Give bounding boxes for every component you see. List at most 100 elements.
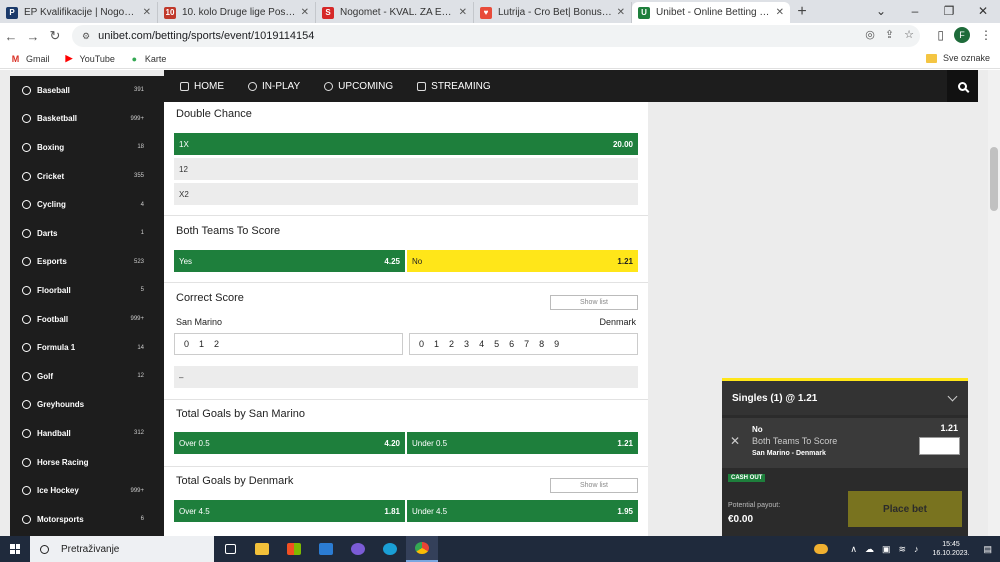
- profile-avatar[interactable]: F: [954, 27, 970, 43]
- sidebar-item-esports[interactable]: Esports 523: [10, 248, 164, 277]
- outcome-1x[interactable]: 1X 20.00: [174, 133, 638, 155]
- wifi-icon[interactable]: ≋: [898, 544, 906, 555]
- share-icon[interactable]: ⇪: [885, 28, 894, 41]
- site-info-icon[interactable]: ⚙: [82, 31, 90, 42]
- home-goals-selector[interactable]: 0 1 2: [174, 333, 403, 355]
- tab-search-icon[interactable]: ⌄: [864, 0, 898, 23]
- forward-icon[interactable]: →: [22, 29, 44, 44]
- tab-favicon-icon: U: [638, 6, 650, 19]
- scrollbar-thumb[interactable]: [990, 147, 998, 211]
- chevron-up-icon[interactable]: ∧: [850, 544, 857, 555]
- sidebar-item-basketball[interactable]: Basketball 999+: [10, 105, 164, 134]
- sidebar-item-formula-1[interactable]: Formula 1 14: [10, 333, 164, 362]
- bookmark-karte[interactable]: ● Karte: [129, 53, 167, 64]
- browser-tab-4[interactable]: ♥ Lutrija - Cro Bet| Bonusi i promo ✕: [474, 2, 632, 23]
- sidebar-item-cricket[interactable]: Cricket 355: [10, 162, 164, 191]
- menu-icon[interactable]: ⋮: [980, 28, 992, 42]
- bookmark-gmail[interactable]: M Gmail: [10, 53, 50, 64]
- home-team-label: San Marino: [176, 317, 223, 327]
- nav-inplay[interactable]: IN-PLAY: [248, 81, 300, 92]
- bookmark-youtube[interactable]: ▶ YouTube: [64, 53, 115, 64]
- sidepanel-icon[interactable]: ▯: [937, 28, 944, 42]
- volume-icon[interactable]: ♪: [914, 544, 919, 554]
- browser-tab-2[interactable]: 10 10. kolo Druge lige Posljednje Š ✕: [158, 2, 316, 23]
- sidebar-item-golf[interactable]: Golf 12: [10, 362, 164, 391]
- camera-icon[interactable]: ▣: [882, 544, 891, 555]
- outcome-12[interactable]: 12: [174, 158, 638, 180]
- outcome-over[interactable]: Over 0.5 4.20: [174, 432, 405, 454]
- clock[interactable]: 15:45 16.10.2023.: [933, 540, 970, 558]
- start-button[interactable]: [0, 536, 30, 562]
- taskbar-mail[interactable]: [310, 536, 342, 562]
- new-tab-button[interactable]: +: [790, 2, 814, 23]
- betslip-header[interactable]: Singles (1) @ 1.21: [722, 381, 968, 415]
- outcome-x2[interactable]: X2: [174, 183, 638, 205]
- cloud-icon[interactable]: ☁: [865, 544, 874, 555]
- maps-icon: ●: [131, 53, 138, 64]
- tab-close-icon[interactable]: ✕: [617, 7, 625, 18]
- reload-icon[interactable]: ↻: [44, 28, 66, 44]
- outcome-under[interactable]: Under 0.5 1.21: [407, 432, 638, 454]
- gmail-icon: M: [11, 53, 20, 64]
- sidebar-item-boxing[interactable]: Boxing 18: [10, 133, 164, 162]
- tab-close-icon[interactable]: ✕: [776, 7, 784, 18]
- remove-selection-icon[interactable]: ✕: [730, 434, 740, 448]
- all-bookmarks[interactable]: Sve oznake: [925, 53, 990, 63]
- taskbar-explorer[interactable]: [246, 536, 278, 562]
- tab-close-icon[interactable]: ✕: [301, 7, 309, 18]
- task-view-button[interactable]: [214, 536, 246, 562]
- correct-score-outcome[interactable]: –: [174, 366, 638, 388]
- show-list-button[interactable]: Show list: [550, 295, 638, 310]
- show-list-button[interactable]: Show list: [550, 478, 638, 493]
- eye-slash-icon[interactable]: ◎: [865, 28, 875, 41]
- away-goals-selector[interactable]: 0 1 2 3 4 5 6 7 8 9: [409, 333, 638, 355]
- sidebar-item-motorsports[interactable]: Motorsports 6: [10, 505, 164, 534]
- sidebar-item-horse-racing[interactable]: Horse Racing: [10, 448, 164, 477]
- stake-input[interactable]: [919, 437, 960, 455]
- sidebar-item-cycling[interactable]: Cycling 4: [10, 190, 164, 219]
- taskbar-chrome[interactable]: [406, 536, 438, 562]
- bookmarks-bar: M Gmail ▶ YouTube ● Karte Sve oznake: [0, 49, 1000, 69]
- outcome-under[interactable]: Under 4.5 1.95: [407, 500, 638, 522]
- nav-streaming[interactable]: STREAMING: [417, 81, 491, 92]
- weather-icon[interactable]: [814, 544, 829, 554]
- url-input[interactable]: ⚙ unibet.com/betting/sports/event/101911…: [72, 25, 920, 47]
- close-window-icon[interactable]: ✕: [966, 0, 1000, 23]
- outcome-no-selected[interactable]: No 1.21: [407, 250, 638, 272]
- selection-pick: No: [752, 425, 763, 434]
- page-scrollbar[interactable]: [988, 70, 1000, 536]
- nav-home[interactable]: HOME: [180, 81, 224, 92]
- restore-icon[interactable]: ❐: [932, 0, 966, 23]
- search-button[interactable]: [947, 70, 978, 102]
- sidebar-item-football[interactable]: Football 999+: [10, 305, 164, 334]
- sidebar-item-ice-hockey[interactable]: Ice Hockey 999+: [10, 476, 164, 505]
- taskbar-edge[interactable]: [374, 536, 406, 562]
- taskbar-store[interactable]: [278, 536, 310, 562]
- cricket-icon: [22, 171, 31, 181]
- star-icon[interactable]: ☆: [904, 28, 914, 41]
- tab-close-icon[interactable]: ✕: [459, 7, 467, 18]
- nav-upcoming[interactable]: UPCOMING: [324, 81, 393, 92]
- sidebar-item-handball[interactable]: Handball 312: [10, 419, 164, 448]
- tab-close-icon[interactable]: ✕: [143, 7, 151, 18]
- browser-tab-3[interactable]: S Nogomet - KVAL. ZA EP | Super ✕: [316, 2, 474, 23]
- golf-icon: [22, 371, 31, 381]
- clock-icon: [248, 81, 257, 91]
- sidebar-item-floorball[interactable]: Floorball 5: [10, 276, 164, 305]
- outcome-over[interactable]: Over 4.5 1.81: [174, 500, 405, 522]
- taskbar-search[interactable]: Pretraživanje: [30, 536, 214, 562]
- folder-icon: [255, 543, 269, 555]
- sidebar-item-darts[interactable]: Darts 1: [10, 219, 164, 248]
- sidebar-item-baseball[interactable]: Baseball 391: [10, 76, 164, 105]
- place-bet-button[interactable]: Place bet: [848, 491, 962, 527]
- outcome-yes[interactable]: Yes 4.25: [174, 250, 405, 272]
- sidebar-item-greyhounds[interactable]: Greyhounds: [10, 391, 164, 420]
- taskbar-copilot[interactable]: [342, 536, 374, 562]
- notifications-icon[interactable]: ▤: [983, 544, 992, 555]
- back-icon[interactable]: ←: [0, 29, 22, 44]
- browser-tab-1[interactable]: P EP Kvalifikacije | Nogomet | Prva ✕: [0, 2, 158, 23]
- cashout-badge: CASH OUT: [728, 474, 766, 482]
- chevron-down-icon[interactable]: [947, 391, 958, 402]
- browser-tab-5[interactable]: U Unibet - Online Betting and Live ✕: [632, 2, 790, 23]
- minimize-icon[interactable]: –: [898, 0, 932, 23]
